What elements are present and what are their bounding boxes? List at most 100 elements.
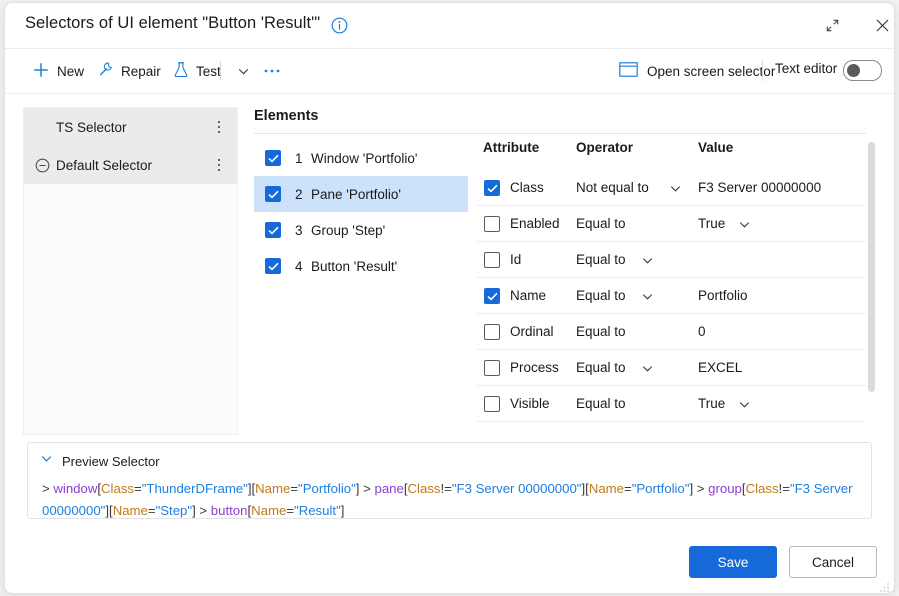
flask-icon	[173, 61, 189, 81]
attribute-operator: Equal to	[576, 216, 626, 231]
attribute-checkbox[interactable]	[484, 396, 500, 412]
operator-dropdown-chevron-icon[interactable]	[641, 362, 654, 380]
chevron-down-icon	[40, 452, 53, 470]
selector-token-str: "Portfolio"	[631, 481, 690, 496]
selector-token-attr: Class	[745, 481, 779, 496]
screen-icon	[619, 62, 638, 80]
attribute-checkbox[interactable]	[484, 288, 500, 304]
sidebar-item-default-selector[interactable]: Default Selector	[24, 146, 237, 184]
element-checkbox[interactable]	[265, 150, 281, 166]
resize-grip[interactable]	[879, 580, 890, 592]
open-screen-selector-label: Open screen selector	[647, 63, 776, 79]
selector-token-punct: =	[147, 503, 156, 518]
selector-token-attr: Class	[101, 481, 135, 496]
operator-dropdown-chevron-icon[interactable]	[669, 182, 682, 200]
sidebar-item-menu-icon[interactable]	[211, 156, 227, 174]
text-editor-toggle[interactable]	[843, 60, 882, 81]
attribute-checkbox[interactable]	[484, 216, 500, 232]
test-button[interactable]: Test	[173, 58, 221, 84]
attribute-operator: Equal to	[576, 324, 626, 339]
expand-icon[interactable]	[817, 11, 847, 39]
element-row[interactable]: 4 Button 'Result'	[254, 248, 468, 284]
value-dropdown-chevron-icon[interactable]	[738, 398, 751, 416]
element-label: Window 'Portfolio'	[311, 150, 418, 166]
chevron-down-icon[interactable]	[232, 58, 254, 84]
wrench-icon	[97, 61, 114, 81]
sidebar-item-menu-icon[interactable]	[211, 118, 227, 136]
preview-selector-code[interactable]: > window[Class="ThunderDFrame"][Name="Po…	[42, 478, 860, 522]
attribute-name: Ordinal	[510, 324, 554, 339]
attribute-row: Enabled Equal to True	[477, 206, 866, 242]
element-label: Pane 'Portfolio'	[311, 186, 401, 202]
attribute-name: Class	[510, 180, 544, 195]
selector-token-str: "ThunderDFrame"	[141, 481, 248, 496]
attribute-name: Id	[510, 252, 522, 267]
element-row[interactable]: 1 Window 'Portfolio'	[254, 140, 468, 176]
attribute-name: Enabled	[510, 216, 560, 231]
info-circle-icon[interactable]	[331, 17, 348, 34]
attribute-value: Portfolio	[698, 288, 748, 303]
elements-divider	[254, 133, 866, 134]
toolbar-separator	[220, 61, 221, 80]
element-checkbox[interactable]	[265, 186, 281, 202]
selector-token-punct: ] >	[192, 503, 211, 518]
element-checkbox[interactable]	[265, 222, 281, 238]
element-index: 3	[295, 222, 303, 238]
selector-token-tag: pane	[374, 481, 404, 496]
attributes-table: Attribute Operator Value Class Not equal …	[477, 140, 866, 434]
element-row[interactable]: 3 Group 'Step'	[254, 212, 468, 248]
attribute-checkbox[interactable]	[484, 360, 500, 376]
selector-token-punct: ][	[581, 481, 589, 496]
selector-token-tag: button	[210, 503, 248, 518]
attribute-value: F3 Server 00000000	[698, 180, 822, 195]
selector-token-punct: ] >	[355, 481, 375, 496]
attribute-row: Name Equal to Portfolio	[477, 278, 866, 314]
element-checkbox[interactable]	[265, 258, 281, 274]
sidebar-item-ts-selector[interactable]: TS Selector	[24, 108, 237, 146]
preview-selector-toggle[interactable]: Preview Selector	[40, 452, 160, 470]
repair-button[interactable]: Repair	[97, 58, 161, 84]
attribute-checkbox[interactable]	[484, 324, 500, 340]
elements-heading: Elements	[254, 108, 319, 124]
element-row[interactable]: 2 Pane 'Portfolio'	[254, 176, 468, 212]
selector-token-str: "F3 Server 00000000"	[451, 481, 582, 496]
element-label: Button 'Result'	[311, 258, 398, 274]
selectors-dialog: Selectors of UI element "Button 'Result'…	[4, 2, 895, 594]
preview-selector-panel: Preview Selector > window[Class="Thunder…	[27, 442, 872, 519]
selector-token-str: "Portfolio"	[298, 481, 356, 496]
new-button[interactable]: New	[32, 58, 84, 84]
attributes-scrollbar[interactable]	[868, 142, 875, 392]
cancel-button[interactable]: Cancel	[789, 546, 877, 578]
operator-dropdown-chevron-icon[interactable]	[641, 290, 654, 308]
value-dropdown-chevron-icon[interactable]	[738, 218, 751, 236]
selector-token-punct: ][	[105, 503, 113, 518]
save-button[interactable]: Save	[689, 546, 777, 578]
selector-token-attr: Class	[407, 481, 441, 496]
dialog-footer: Save Cancel	[5, 537, 894, 593]
toolbar-separator-2	[762, 60, 763, 81]
selector-token-punct: =	[290, 481, 299, 496]
attribute-name: Process	[510, 360, 559, 375]
elements-list: 1 Window 'Portfolio' 2 Pane 'Portfolio' 3 Gro…	[254, 140, 468, 426]
operator-dropdown-chevron-icon[interactable]	[641, 254, 654, 272]
close-icon[interactable]	[867, 11, 894, 39]
selector-token-punct: =	[134, 481, 142, 496]
attribute-column-header: Attribute	[483, 140, 540, 155]
selector-token-tag: window	[53, 481, 98, 496]
collapse-minus-icon[interactable]	[34, 157, 50, 173]
attribute-value: True	[698, 216, 726, 231]
selector-token-attr: Name	[251, 503, 287, 518]
attribute-checkbox[interactable]	[484, 180, 500, 196]
more-options-icon[interactable]	[260, 58, 284, 84]
attribute-operator: Not equal to	[576, 180, 649, 195]
selector-token-str: "Result"	[294, 503, 341, 518]
attribute-operator: Equal to	[576, 396, 626, 411]
value-column-header: Value	[698, 140, 734, 155]
open-screen-selector-button[interactable]: Open screen selector	[619, 58, 775, 84]
attribute-value: 0	[698, 324, 706, 339]
selector-token-punct: ] >	[689, 481, 709, 496]
attribute-checkbox[interactable]	[484, 252, 500, 268]
attribute-value: True	[698, 396, 726, 411]
selector-token-str: "Step"	[155, 503, 193, 518]
attribute-row: Class Not equal to F3 Server 00000000	[477, 170, 866, 206]
